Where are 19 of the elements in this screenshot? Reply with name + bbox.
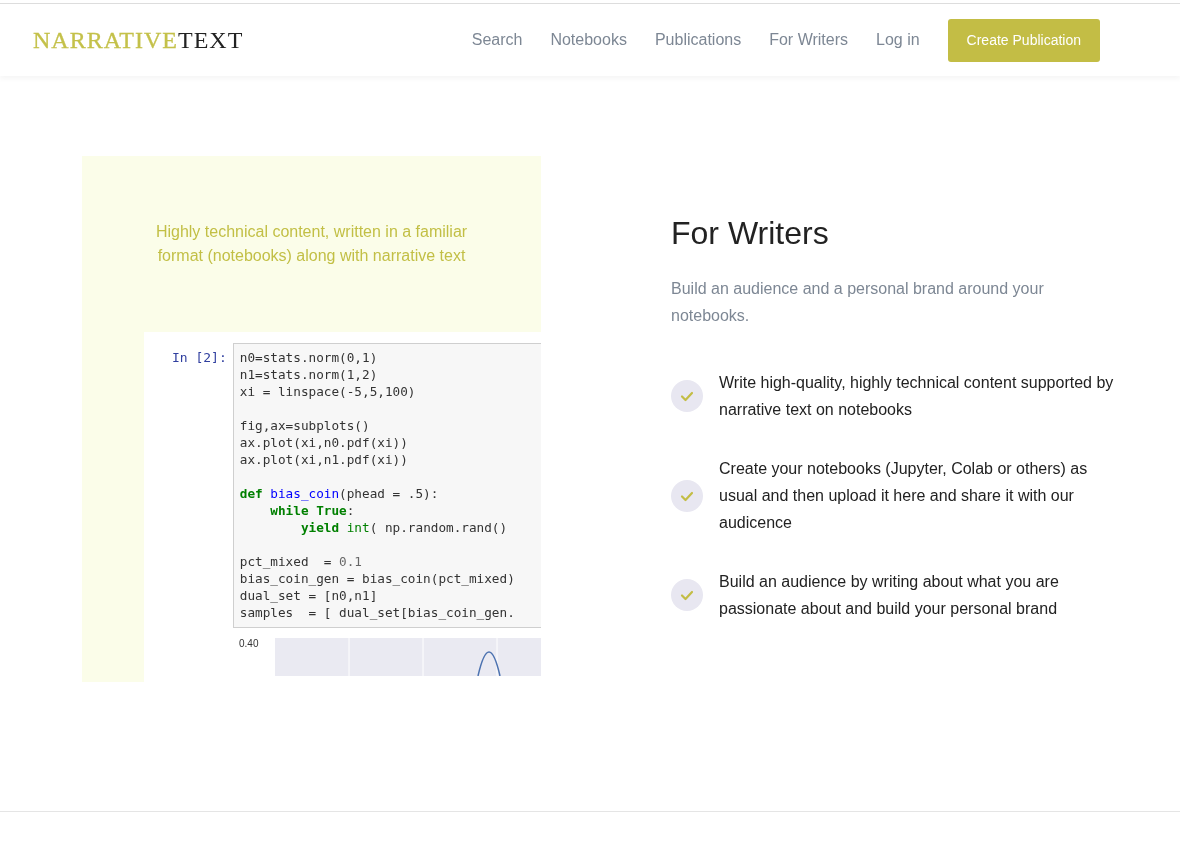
nav-link[interactable]: Notebooks	[550, 28, 627, 52]
nav-link[interactable]: Search	[471, 28, 523, 52]
nav-link[interactable]: Publications	[654, 28, 742, 52]
section-subtitle: Build an audience and a personal brand around your notebooks.	[671, 279, 1045, 326]
cell-prompt: In [2]:	[171, 349, 228, 367]
nav-link[interactable]: For Writers	[769, 28, 848, 52]
feature-text: Create your notebooks (Jupyter, Colab or others) as usual and then upload it here and share it with our audicence	[719, 459, 1089, 533]
code-block: n0=stats.norm(0,1) n1=stats.norm(1,2) xi = linspace(-5,5,100) fig,ax=subplots() ax.plot(xi,n0.pdf(xi)) ax.plot(xi,n1.pdf(xi)) def bias_coin(phead = .5): while True: yield int( np.random.rand() pct_mixed = 0.1 bias_coin_gen = bias_coin(pct_mixed) dual_set = [n0,n1] samples = [ dual_set[bias_coin_gen.	[232, 343, 541, 628]
feature-text: Build an audience by writing about what you are passionate about and build your personal brand	[719, 572, 1060, 619]
axis-tick-label: 0.40	[239, 637, 260, 651]
create-publication-button[interactable]: Create Publication	[947, 18, 1100, 62]
showcase-caption: Highly technical content, written in a familiar format (notebooks) along with narrative text	[154, 222, 469, 266]
check-icon	[671, 579, 703, 611]
logo[interactable]: NARRATIVETEXT	[33, 22, 244, 58]
nav-link[interactable]: Log in	[876, 28, 920, 52]
check-icon	[671, 380, 703, 412]
section-title: For Writers	[671, 214, 830, 253]
check-icon	[671, 479, 703, 512]
feature-text: Write high-quality, highly technical content supported by narrative text on notebooks	[719, 373, 1115, 420]
